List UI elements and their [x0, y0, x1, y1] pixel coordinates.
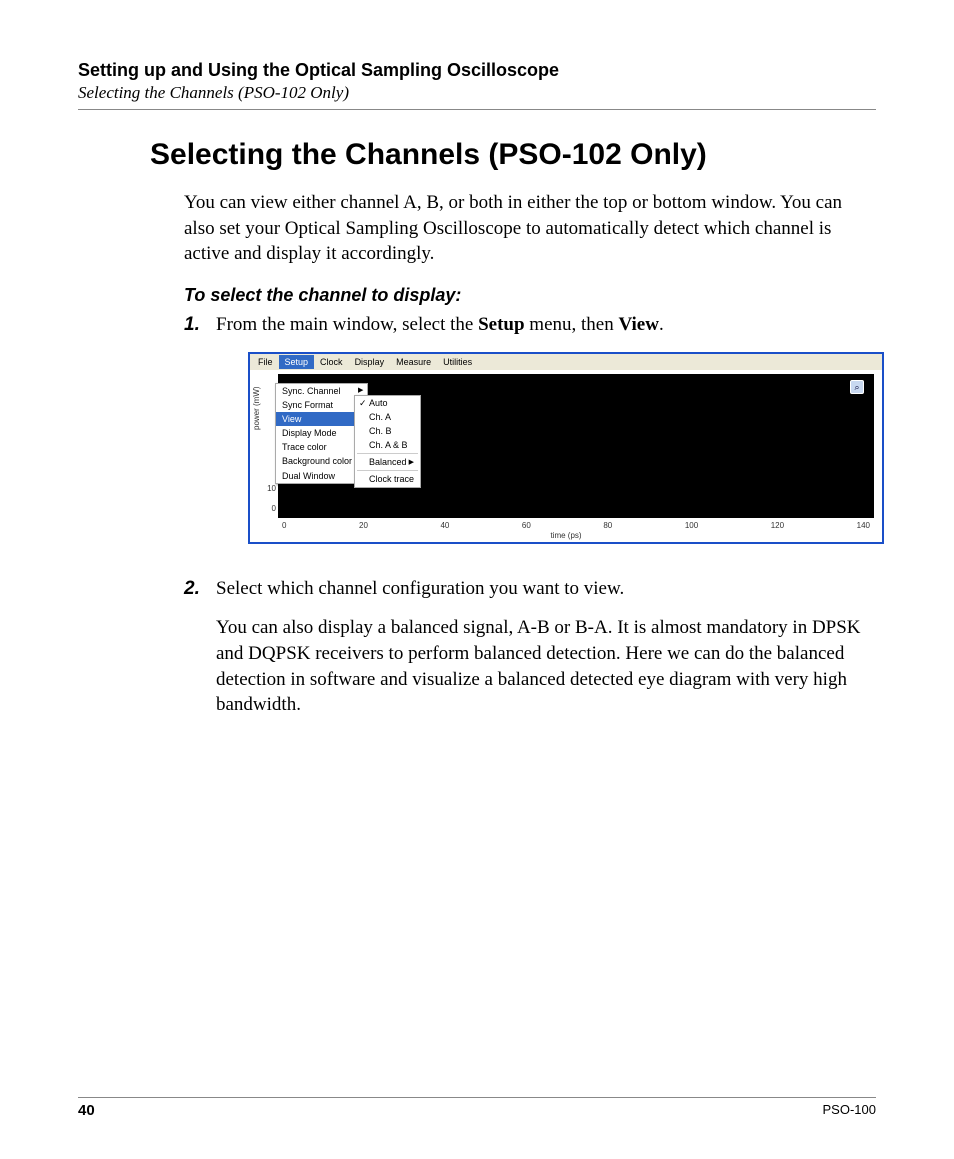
menu-separator: [357, 470, 418, 471]
app-screenshot: FileSetupClockDisplayMeasureUtilities ⌕ …: [248, 352, 884, 544]
step-2-line2: You can also display a balanced signal, …: [216, 615, 866, 718]
step-number: 1.: [184, 312, 216, 564]
x-tick: 120: [771, 521, 784, 532]
x-tick: 100: [685, 521, 698, 532]
model-label: PSO-100: [823, 1102, 876, 1119]
menu-separator: [357, 453, 418, 454]
zoom-icon[interactable]: ⌕: [850, 380, 864, 394]
chapter-header: Setting up and Using the Optical Samplin…: [78, 60, 876, 81]
step-2: 2. Select which channel configuration yo…: [184, 576, 866, 732]
procedure-subheading: To select the channel to display:: [184, 285, 866, 306]
step-1: 1. From the main window, select the Setu…: [184, 312, 866, 564]
x-tick: 0: [282, 521, 286, 532]
y-tick: 10: [262, 484, 276, 495]
submenu-item-ch-a[interactable]: Ch. A: [355, 410, 420, 424]
menu-setup[interactable]: Setup: [279, 355, 315, 369]
view-submenu: ✓AutoCh. ACh. BCh. A & B Balanced▶ Clock t…: [354, 395, 421, 488]
y-axis-label: power (mW): [252, 386, 263, 430]
x-tick: 80: [603, 521, 612, 532]
submenu-item-clock-trace[interactable]: Clock trace: [355, 472, 420, 486]
submenu-arrow-icon: ▶: [409, 458, 414, 467]
intro-paragraph: You can view either channel A, B, or bot…: [184, 190, 866, 267]
page-footer: 40 PSO-100: [78, 1097, 876, 1119]
section-heading: Selecting the Channels (PSO-102 Only): [150, 138, 876, 172]
submenu-item-balanced[interactable]: Balanced▶: [355, 455, 420, 469]
menu-display[interactable]: Display: [349, 355, 391, 369]
x-tick: 20: [359, 521, 368, 532]
step-1-text: From the main window, select the Setup m…: [216, 312, 884, 338]
x-tick: 40: [440, 521, 449, 532]
menu-clock[interactable]: Clock: [314, 355, 349, 369]
submenu-item-auto[interactable]: ✓Auto: [355, 396, 420, 410]
menubar: FileSetupClockDisplayMeasureUtilities: [250, 354, 882, 370]
x-axis-label: time (ps): [550, 531, 581, 542]
step-2-line1: Select which channel configuration you w…: [216, 576, 866, 602]
app-body: ⌕ power (mW) 100 020406080100120140 time…: [250, 370, 882, 542]
menu-measure[interactable]: Measure: [390, 355, 437, 369]
y-tick: 0: [262, 504, 276, 515]
menu-utilities[interactable]: Utilities: [437, 355, 478, 369]
submenu-item-ch-b[interactable]: Ch. B: [355, 424, 420, 438]
chapter-subtitle: Selecting the Channels (PSO-102 Only): [78, 83, 876, 103]
page-number: 40: [78, 1102, 95, 1119]
x-tick: 60: [522, 521, 531, 532]
footer-rule: [78, 1097, 876, 1098]
check-icon: ✓: [359, 397, 369, 409]
step-number: 2.: [184, 576, 216, 732]
x-tick: 140: [857, 521, 870, 532]
header-rule: [78, 109, 876, 110]
menu-file[interactable]: File: [252, 355, 279, 369]
submenu-item-ch-a-b[interactable]: Ch. A & B: [355, 438, 420, 452]
